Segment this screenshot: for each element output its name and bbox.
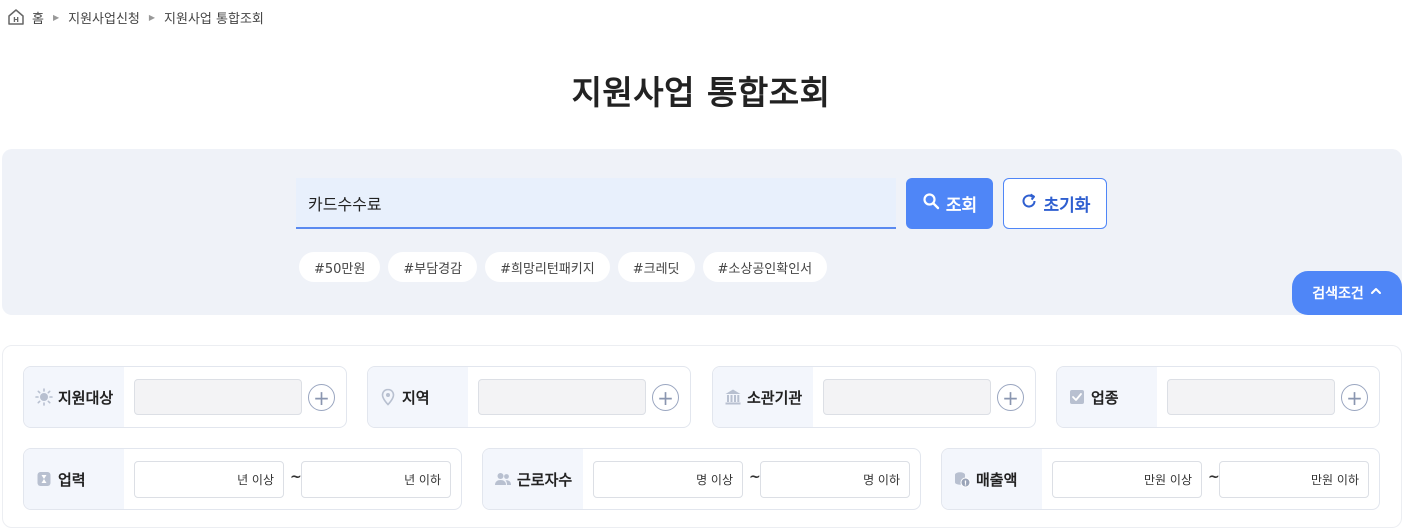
search-panel: 조회 초기화 #50만원 #부담경감 #희망리턴패키지 #크레딧 #소상공인확인… bbox=[2, 149, 1402, 315]
filter-agency: 소관기관 + bbox=[712, 366, 1036, 428]
filter-panel: 지원대상 + 지역 + 소관기관 + 업종 + 업력 년 이상 ~ 년 이하 근… bbox=[2, 345, 1402, 528]
history-max-input[interactable]: 년 이하 bbox=[301, 461, 451, 498]
breadcrumb-support-apply[interactable]: 지원사업신청 bbox=[68, 8, 140, 27]
tag-list: #50만원 #부담경감 #희망리턴패키지 #크레딧 #소상공인확인서 bbox=[299, 252, 828, 282]
search-button[interactable]: 조회 bbox=[906, 178, 993, 229]
search-input-wrapper bbox=[296, 178, 896, 229]
plus-icon[interactable]: + bbox=[1341, 384, 1368, 411]
coins-icon: ! bbox=[953, 470, 971, 488]
tag-chip[interactable]: #50만원 bbox=[299, 252, 381, 282]
filter-region: 지역 + bbox=[367, 366, 691, 428]
filter-label-region: 지역 bbox=[402, 388, 430, 407]
filter-label-history: 업력 bbox=[58, 470, 86, 489]
tag-chip[interactable]: #소상공인확인서 bbox=[702, 252, 828, 282]
filter-business-history: 업력 년 이상 ~ 년 이하 bbox=[23, 448, 462, 510]
tag-chip[interactable]: #부담경감 bbox=[388, 252, 478, 282]
chevron-right-icon: ▶ bbox=[148, 12, 156, 22]
plus-icon[interactable]: + bbox=[997, 384, 1024, 411]
map-pin-icon bbox=[379, 388, 397, 406]
sun-icon bbox=[35, 388, 53, 406]
plus-icon[interactable]: + bbox=[308, 384, 335, 411]
filter-label-workers: 근로자수 bbox=[517, 470, 573, 489]
region-select[interactable] bbox=[478, 379, 646, 415]
users-icon bbox=[494, 470, 512, 488]
home-icon[interactable]: H bbox=[6, 7, 26, 27]
svg-text:!: ! bbox=[964, 480, 967, 488]
hourglass-icon bbox=[35, 470, 53, 488]
range-tilde: ~ bbox=[1208, 469, 1220, 485]
filter-target: 지원대상 + bbox=[23, 366, 347, 428]
filter-label-sales: 매출액 bbox=[976, 470, 1018, 489]
reset-button[interactable]: 초기화 bbox=[1003, 178, 1107, 229]
filter-workers: 근로자수 명 이상 ~ 명 이하 bbox=[482, 448, 921, 510]
filter-label-target: 지원대상 bbox=[58, 388, 114, 407]
workers-max-input[interactable]: 명 이하 bbox=[760, 461, 910, 498]
industry-icon bbox=[1068, 388, 1086, 406]
filter-sales: ! 매출액 만원 이상 ~ 만원 이하 bbox=[941, 448, 1380, 510]
svg-text:H: H bbox=[13, 16, 19, 24]
range-tilde: ~ bbox=[749, 469, 761, 485]
search-conditions-toggle[interactable]: 검색조건 bbox=[1292, 271, 1402, 315]
reset-button-label: 초기화 bbox=[1043, 196, 1091, 216]
building-icon bbox=[724, 388, 742, 406]
breadcrumb: H 홈 ▶ 지원사업신청 ▶ 지원사업 통합조회 bbox=[6, 6, 264, 28]
range-tilde: ~ bbox=[290, 469, 302, 485]
page-title: 지원사업 통합조회 bbox=[571, 73, 831, 112]
workers-min-input[interactable]: 명 이상 bbox=[593, 461, 743, 498]
breadcrumb-home[interactable]: 홈 bbox=[32, 8, 44, 27]
filter-label-industry: 업종 bbox=[1091, 388, 1119, 407]
breadcrumb-current: 지원사업 통합조회 bbox=[164, 11, 264, 27]
search-input[interactable] bbox=[296, 178, 896, 227]
target-select[interactable] bbox=[134, 379, 302, 415]
search-icon bbox=[922, 192, 940, 215]
tag-chip[interactable]: #크레딧 bbox=[617, 252, 695, 282]
plus-icon[interactable]: + bbox=[652, 384, 679, 411]
toggle-label: 검색조건 bbox=[1312, 286, 1364, 302]
sales-min-input[interactable]: 만원 이상 bbox=[1052, 461, 1202, 498]
history-min-input[interactable]: 년 이상 bbox=[134, 461, 284, 498]
search-button-label: 조회 bbox=[945, 196, 978, 216]
sales-max-input[interactable]: 만원 이하 bbox=[1219, 461, 1369, 498]
refresh-icon bbox=[1020, 192, 1038, 215]
filter-industry: 업종 + bbox=[1056, 366, 1380, 428]
industry-select[interactable] bbox=[1167, 379, 1335, 415]
agency-select[interactable] bbox=[823, 379, 991, 415]
chevron-up-icon bbox=[1370, 285, 1382, 301]
chevron-right-icon: ▶ bbox=[52, 12, 60, 22]
filter-label-agency: 소관기관 bbox=[747, 388, 803, 407]
tag-chip[interactable]: #희망리턴패키지 bbox=[485, 252, 610, 282]
